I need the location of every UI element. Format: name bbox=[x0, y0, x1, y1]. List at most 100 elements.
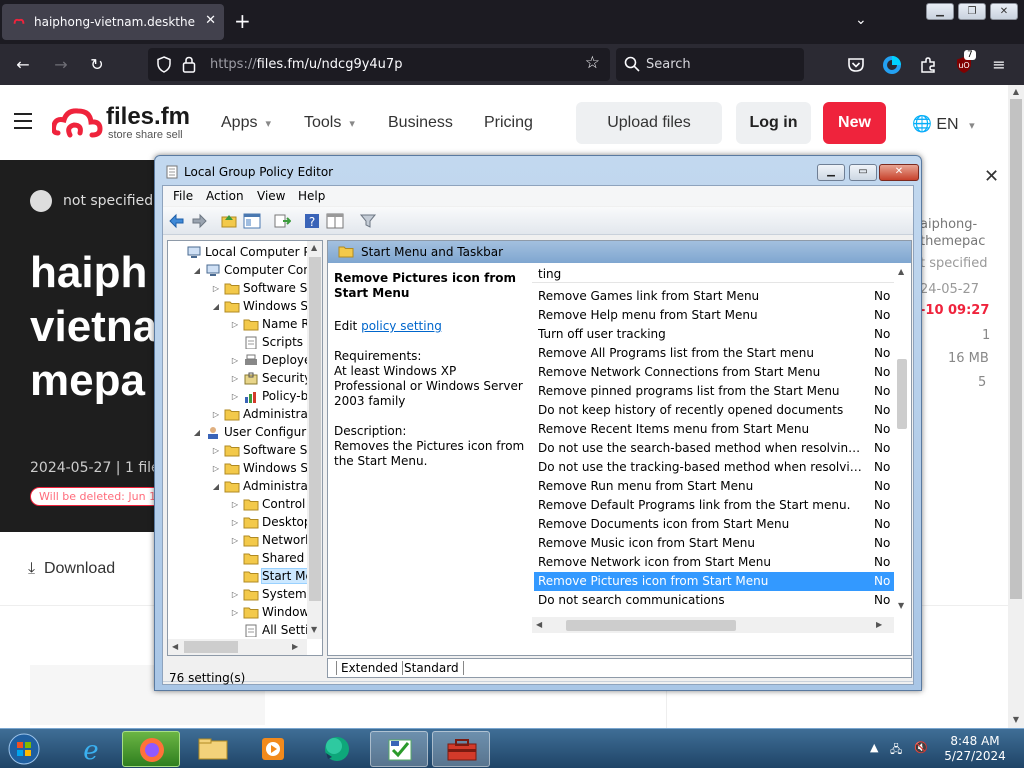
pocket-icon[interactable] bbox=[846, 55, 866, 75]
scroll-up-arrow-icon[interactable]: ▲ bbox=[311, 243, 317, 252]
gpe-minimize-button[interactable]: ▁ bbox=[817, 164, 845, 181]
setting-row[interactable]: Do not keep history of recently opened d… bbox=[534, 401, 894, 420]
show-hidden-icons-icon[interactable]: ▲ bbox=[870, 741, 878, 754]
volume-muted-icon[interactable]: 🔇 bbox=[914, 741, 928, 754]
menu-tools[interactable]: Tools ▾ bbox=[304, 114, 355, 132]
start-orb-icon[interactable] bbox=[4, 731, 44, 767]
scroll-up-arrow-icon[interactable]: ▲ bbox=[1008, 87, 1024, 96]
tree-expander-icon[interactable]: ▷ bbox=[210, 284, 222, 293]
forward-arrow-icon[interactable] bbox=[190, 212, 208, 230]
list-scroll-thumb[interactable] bbox=[897, 359, 907, 429]
list-hscroll-thumb[interactable] bbox=[566, 620, 736, 631]
gpe-close-button[interactable]: ✕ bbox=[879, 164, 919, 181]
up-folder-icon[interactable] bbox=[220, 212, 238, 230]
back-arrow-icon[interactable]: ← bbox=[12, 54, 34, 76]
tree-vertical-scrollbar[interactable]: ▲ ▼ bbox=[307, 241, 322, 639]
restore-window-button[interactable]: ❐ bbox=[958, 3, 986, 20]
page-scrollbar-thumb[interactable] bbox=[1010, 99, 1022, 599]
tree-node[interactable]: ◢ User Configuratio bbox=[191, 423, 322, 441]
tree-scroll-thumb[interactable] bbox=[309, 257, 321, 601]
taskbar-policy-editor[interactable] bbox=[370, 731, 428, 767]
tree-expander-icon[interactable]: ▷ bbox=[229, 500, 241, 509]
language-selector[interactable]: 🌐 EN ▾ bbox=[912, 114, 975, 134]
tree-expander-icon[interactable]: ▷ bbox=[229, 374, 241, 383]
setting-row[interactable]: Do not use the tracking-based method whe… bbox=[534, 458, 894, 477]
menu-business[interactable]: Business bbox=[388, 114, 453, 132]
tree-expander-icon[interactable]: ▷ bbox=[229, 320, 241, 329]
menu-apps[interactable]: Apps ▾ bbox=[221, 114, 271, 132]
setting-row[interactable]: Remove Help menu from Start Menu No bbox=[534, 306, 894, 325]
scroll-right-arrow-icon[interactable]: ▶ bbox=[292, 642, 298, 651]
menu-file[interactable]: File bbox=[173, 189, 193, 203]
column-setting[interactable]: ting bbox=[538, 267, 561, 281]
settings-list[interactable]: ting Remove Games link from Start Menu No… bbox=[532, 263, 910, 655]
scroll-up-arrow-icon[interactable]: ▲ bbox=[898, 267, 904, 276]
taskbar-toolbox-app[interactable] bbox=[432, 731, 490, 767]
new-tab-icon[interactable]: + bbox=[234, 10, 251, 32]
tree-node[interactable]: ▷ Deployed bbox=[229, 351, 319, 369]
setting-row[interactable]: Remove Games link from Start Menu No bbox=[534, 287, 894, 306]
tree-node[interactable]: ▷ Desktop bbox=[229, 513, 312, 531]
tree-expander-icon[interactable]: ▷ bbox=[210, 410, 222, 419]
page-scrollbar[interactable]: ▲ ▼ bbox=[1008, 85, 1024, 728]
scroll-down-arrow-icon[interactable]: ▼ bbox=[898, 601, 904, 610]
edit-policy-setting-link[interactable]: policy setting bbox=[361, 319, 442, 333]
url-bar[interactable]: https://files.fm/u/ndcg9y4u7p ☆ bbox=[148, 48, 610, 81]
taskbar-internet-explorer[interactable]: e bbox=[62, 731, 120, 767]
tree-node[interactable]: Local Computer Polic bbox=[172, 243, 322, 261]
account-avatar-icon[interactable] bbox=[882, 55, 902, 75]
setting-row[interactable]: Remove All Programs list from the Start … bbox=[534, 344, 894, 363]
taskbar-firefox[interactable] bbox=[122, 731, 180, 767]
tree-hscroll-thumb[interactable] bbox=[184, 641, 238, 653]
tab-close-icon[interactable]: ✕ bbox=[205, 13, 216, 28]
list-column-header[interactable]: ting bbox=[532, 263, 910, 283]
tree-horizontal-scrollbar[interactable]: ◀ ▶ bbox=[168, 639, 307, 655]
tree-expander-icon[interactable]: ▷ bbox=[210, 464, 222, 473]
filter-icon[interactable] bbox=[359, 212, 377, 230]
taskbar-file-explorer[interactable] bbox=[184, 731, 242, 767]
setting-row[interactable]: Remove Network icon from Start Menu No bbox=[534, 553, 894, 572]
taskbar-app-sphere[interactable] bbox=[306, 731, 364, 767]
policy-tree[interactable]: Local Computer Polic ◢ Computer Config ▷ Sof… bbox=[167, 240, 323, 656]
tree-expander-icon[interactable]: ▷ bbox=[229, 590, 241, 599]
setting-row[interactable]: Remove Default Programs link from the St… bbox=[534, 496, 894, 515]
gpe-maximize-button[interactable]: ▭ bbox=[849, 164, 877, 181]
back-arrow-icon[interactable] bbox=[168, 212, 186, 230]
files-fm-logo-icon[interactable] bbox=[52, 105, 104, 141]
browser-tab-active[interactable]: haiphong-vietnam.deskthemepack ✕ bbox=[2, 4, 224, 40]
tree-expander-icon[interactable]: ▷ bbox=[229, 392, 241, 401]
tab-standard[interactable]: Standard bbox=[400, 661, 464, 675]
system-clock[interactable]: 8:48 AM 5/27/2024 bbox=[940, 734, 1010, 764]
tree-expander-icon[interactable]: ◢ bbox=[210, 302, 222, 311]
setting-row[interactable]: Do not use the search-based method when … bbox=[534, 439, 894, 458]
minimize-window-button[interactable]: ▁ bbox=[926, 3, 954, 20]
list-vertical-scrollbar[interactable]: ▲ ▼ bbox=[894, 263, 910, 617]
tree-node[interactable]: ◢ Computer Config bbox=[191, 261, 322, 279]
login-button[interactable]: Log in bbox=[736, 102, 811, 144]
setting-row[interactable]: Remove Run menu from Start Menu No bbox=[534, 477, 894, 496]
tree-node[interactable]: ▷ System bbox=[229, 585, 307, 603]
menu-action[interactable]: Action bbox=[206, 189, 244, 203]
site-menu-hamburger-icon[interactable] bbox=[14, 113, 32, 134]
list-horizontal-scrollbar[interactable]: ◀ ▶ bbox=[532, 617, 894, 633]
menu-view[interactable]: View bbox=[257, 189, 285, 203]
taskbar-media-player[interactable] bbox=[244, 731, 302, 767]
network-icon[interactable]: 🖧 bbox=[890, 741, 902, 760]
tree-expander-icon[interactable]: ◢ bbox=[191, 266, 203, 275]
setting-row[interactable]: Remove Documents icon from Start Menu No bbox=[534, 515, 894, 534]
help-icon[interactable]: ? bbox=[303, 212, 321, 230]
new-button[interactable]: New bbox=[823, 102, 886, 144]
tracking-shield-icon[interactable] bbox=[156, 56, 172, 73]
lock-icon[interactable] bbox=[182, 56, 196, 73]
scroll-down-arrow-icon[interactable]: ▼ bbox=[311, 625, 317, 634]
scroll-left-arrow-icon[interactable]: ◀ bbox=[536, 620, 542, 629]
extensions-puzzle-icon[interactable] bbox=[918, 55, 938, 75]
tree-expander-icon[interactable]: ◢ bbox=[210, 482, 222, 491]
tree-expander-icon[interactable]: ▷ bbox=[229, 536, 241, 545]
close-window-button[interactable]: ✕ bbox=[990, 3, 1018, 20]
setting-row[interactable]: Do not search communications No bbox=[534, 591, 894, 610]
app-menu-hamburger-icon[interactable]: ≡ bbox=[988, 54, 1010, 76]
tree-expander-icon[interactable]: ◢ bbox=[191, 428, 203, 437]
setting-row[interactable]: Remove Music icon from Start Menu No bbox=[534, 534, 894, 553]
search-input[interactable]: Search bbox=[616, 48, 804, 81]
